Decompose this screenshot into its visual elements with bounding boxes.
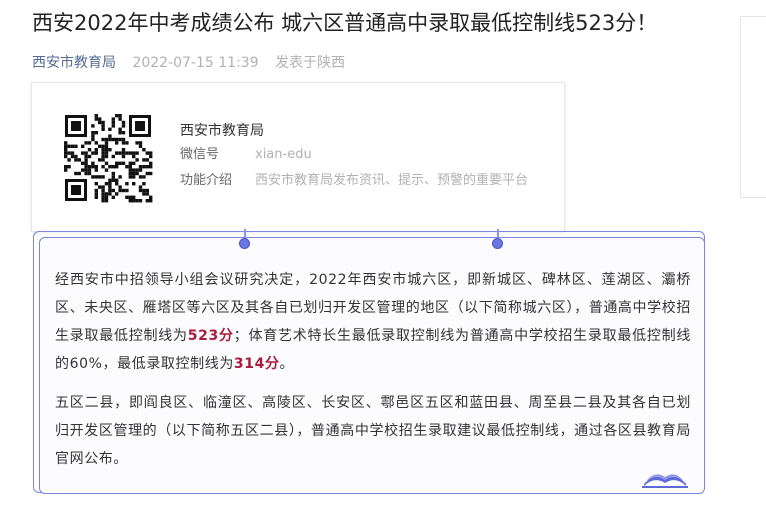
article-meta: 西安市教育局 2022-07-15 11:39 发表于陕西 <box>32 53 345 73</box>
article-title: 西安2022年中考成绩公布 城六区普通高中录取最低控制线523分！ <box>32 11 658 35</box>
wechat-id-row: 微信号 xian-edu <box>180 145 540 165</box>
p1-text-c: 。 <box>279 356 295 372</box>
publish-date: 2022-07-15 11:39 <box>132 55 259 71</box>
qr-code-icon <box>63 113 153 203</box>
profile-name: 西安市教育局 <box>180 123 264 139</box>
account-link[interactable]: 西安市教育局 <box>32 55 116 71</box>
publish-location: 发表于陕西 <box>275 55 346 71</box>
intro-row: 功能介绍 西安市教育局发布资讯、提示、预警的重要平台 <box>180 171 540 191</box>
account-profile-card: 西安市教育局 微信号 xian-edu 功能介绍 西安市教育局发布资讯、提示、预警的… <box>31 82 565 232</box>
score-art-sport: 314分 <box>233 356 280 372</box>
wechat-id-value: xian-edu <box>255 147 312 162</box>
paragraph-city-six-districts: 经西安市中招领导小组会议研究决定，2022年西安市城六区，即新城区、碑林区、莲湖… <box>55 266 691 378</box>
intro-value: 西安市教育局发布资讯、提示、预警的重要平台 <box>255 173 529 188</box>
intro-label: 功能介绍 <box>180 173 233 188</box>
wechat-id-label: 微信号 <box>180 147 220 162</box>
side-panel <box>740 16 766 198</box>
paragraph-five-districts-two-counties: 五区二县，即阎良区、临潼区、高陵区、长安区、鄠邑区五区和蓝田县、周至县二县及其各… <box>55 395 691 467</box>
pin-left-icon <box>239 238 250 249</box>
pin-right-icon <box>492 238 503 249</box>
book-icon <box>642 474 688 488</box>
score-main: 523分 <box>187 328 234 344</box>
